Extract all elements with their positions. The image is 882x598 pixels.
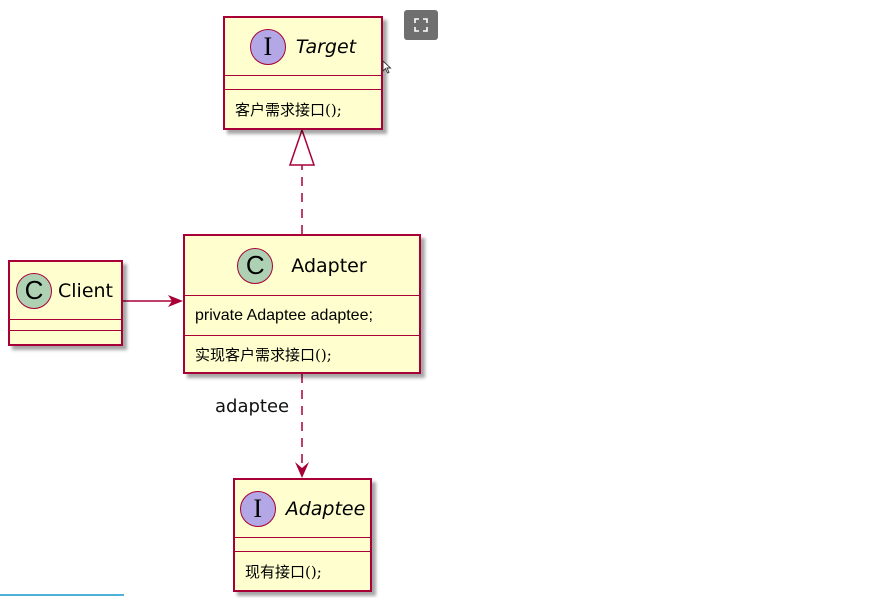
class-stereotype-icon: C [237, 247, 274, 284]
adapter-method: 实现客户需求接口(); [195, 345, 332, 364]
expand-button[interactable] [404, 10, 438, 40]
adaptee-attributes-section [235, 538, 370, 552]
interface-stereotype-icon: I [249, 28, 286, 65]
realization-arrowhead [288, 127, 316, 166]
target-method: 客户需求接口(); [235, 100, 342, 119]
adaptee-class-name: Adaptee [285, 497, 366, 520]
diagram-connectors [123, 127, 316, 478]
target-header: I Target [225, 18, 381, 76]
dependency-arrowhead [295, 462, 309, 478]
client-class-box: C Client [8, 260, 123, 346]
adapter-class-box: C Adapter private Adaptee adaptee; 实现客户需… [183, 234, 421, 374]
adaptee-interface-box: I Adaptee 现有接口(); [233, 478, 372, 592]
client-class-name: Client [58, 279, 114, 302]
client-header: C Client [10, 262, 121, 320]
dependency-label: adaptee [215, 396, 290, 417]
adapter-field: private Adaptee adaptee; [185, 296, 419, 336]
bottom-accent-line [0, 594, 124, 596]
adapter-header: C Adapter [185, 236, 419, 296]
target-interface-box: I Target 客户需求接口(); [223, 16, 383, 130]
target-attributes-section [225, 76, 381, 90]
adaptee-method: 现有接口(); [245, 562, 322, 581]
expand-icon [414, 18, 428, 32]
adapter-class-name: Adapter [291, 254, 367, 277]
client-methods-section [10, 331, 121, 343]
target-class-name: Target [295, 35, 357, 58]
interface-stereotype-icon: I [239, 490, 276, 527]
client-attributes-section [10, 320, 121, 331]
mouse-cursor-icon [382, 60, 392, 74]
adaptee-header: I Adaptee [235, 480, 370, 538]
class-stereotype-icon: C [16, 272, 52, 309]
